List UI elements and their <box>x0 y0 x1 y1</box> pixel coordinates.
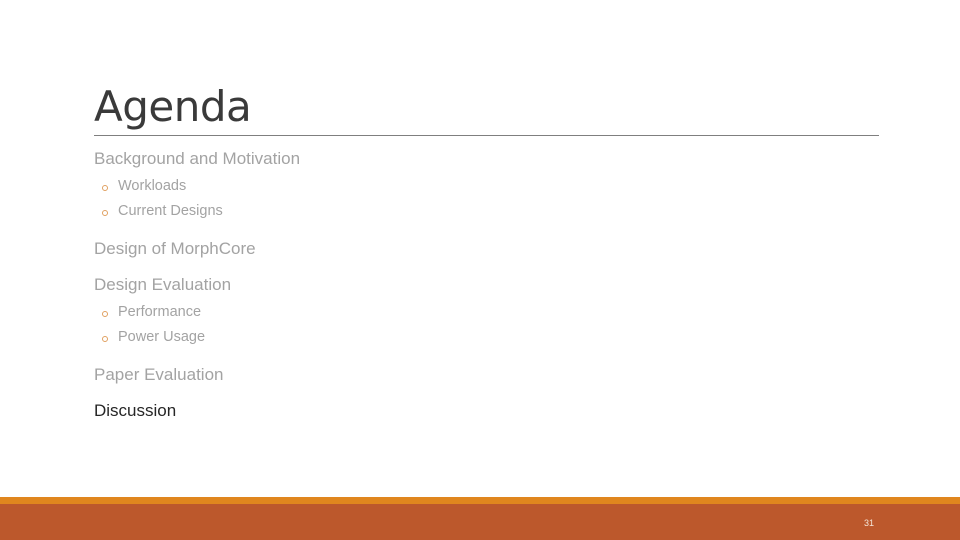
agenda-subitem: Performance <box>94 300 874 325</box>
agenda-subitem: Current Designs <box>94 199 874 224</box>
agenda-subitem: Power Usage <box>94 325 874 350</box>
agenda-item-design: Design of MorphCore <box>94 239 256 258</box>
agenda-subitem-label: Power Usage <box>118 329 206 345</box>
agenda-subitem-label: Performance <box>118 304 202 320</box>
agenda-subitems-background: Workloads Current Designs <box>94 174 874 224</box>
agenda-item-paper-evaluation: Paper Evaluation <box>94 365 224 384</box>
title-divider <box>94 135 879 136</box>
page-number: 31 <box>864 518 875 528</box>
agenda-item-background: Background and Motivation <box>94 149 301 168</box>
footer-band <box>0 504 960 540</box>
bullet-icon <box>102 184 108 191</box>
agenda-item-discussion: Discussion <box>94 401 177 420</box>
slide-title: Agenda <box>94 82 252 131</box>
bullet-icon <box>102 209 108 216</box>
agenda-subitems-evaluation: Performance Power Usage <box>94 300 874 350</box>
agenda-subitem-label: Current Designs <box>118 203 223 219</box>
agenda-subitem: Workloads <box>94 174 874 199</box>
footer-accent-strip <box>0 497 960 504</box>
slide: Agenda Background and Motivation Workloa… <box>0 0 960 540</box>
agenda-subitem-label: Workloads <box>118 178 187 194</box>
agenda-list: Background and Motivation Workloads Curr… <box>94 148 874 422</box>
bullet-icon <box>102 310 108 317</box>
agenda-item-design-evaluation: Design Evaluation <box>94 275 232 294</box>
bullet-icon <box>102 335 108 342</box>
